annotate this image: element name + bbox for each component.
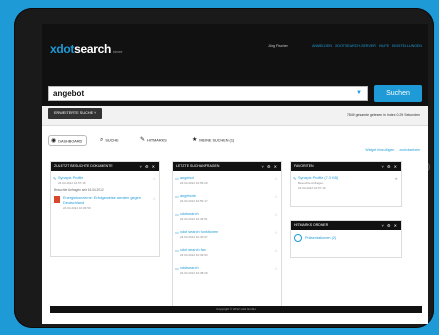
search-button[interactable]: Suchen (374, 85, 422, 102)
star-icon[interactable]: ☆ (152, 176, 156, 181)
folder-icon: ▭ (175, 230, 179, 235)
star-icon[interactable]: ☆ (274, 230, 278, 235)
folder-icon: ▭ (175, 248, 179, 253)
folder-item[interactable]: Präsentationen (2) (291, 230, 401, 242)
star-icon[interactable]: ☆ (152, 196, 156, 201)
search-bar: ▼ Suchen (42, 78, 428, 106)
widget-header: Favoriten ˅ ⚙ ✕ (291, 162, 401, 171)
add-widget-link[interactable]: Widget hinzufügen (365, 148, 394, 152)
widget-controls[interactable]: ˅ ⚙ ✕ (382, 221, 399, 230)
top-link-settings[interactable]: Einstellungen (392, 44, 422, 48)
footer: Copyright © 2012 xdot GmbH (50, 306, 422, 313)
search-input[interactable] (48, 86, 368, 101)
top-links: Anmelden Xdotsearch-Server Hilfe Einstel… (312, 44, 422, 48)
folder-icon: ▭ (175, 266, 179, 271)
folder-icon: ▭ (175, 194, 179, 199)
tab-hitmarks[interactable]: ✎ Hitmarks (138, 135, 171, 146)
reset-link[interactable]: zurücksetzen (399, 148, 420, 152)
widget-hitmarks-folder: Hitmarks Ordner ˅ ⚙ ✕ Präsentationen (2) (290, 220, 402, 258)
list-item[interactable]: ✎ Synapix Profile (7.3 KB) Besuchte Anfr… (291, 176, 401, 190)
user-name[interactable]: Jörg Fischer (268, 44, 288, 48)
widget-controls[interactable]: ˅ ⚙ ✕ (262, 162, 279, 171)
star-icon[interactable]: ☆ (274, 248, 278, 253)
tab-dashboard[interactable]: ◉ Dashboard (48, 135, 88, 146)
search-icon: ⌕ (100, 137, 104, 143)
list-item[interactable]: ▭ xdot search funktionen 24.04.2012 10:4… (173, 230, 281, 239)
tab-bar: ◉ Dashboard ⌕ Suche ✎ Hitmarks ★ Meine Suche… (42, 132, 428, 152)
star-icon: ★ (192, 137, 198, 143)
tab-suche[interactable]: ⌕ Suche (98, 135, 123, 146)
list-item[interactable]: ✎ Synapix Profile 24.04.2012 10:57:16 ☆ (51, 176, 159, 185)
widget-recent-docs: Zuletzt Besuchte Dokumente ˅ ⚙ ✕ ✎ Synap… (50, 161, 160, 257)
widget-recent-queries: Letzte Suchanfragen ˅ ⚙ ✕ ▭ angebot 24.0… (172, 161, 282, 309)
star-icon[interactable]: ☆ (274, 212, 278, 217)
result-info: 7849 gesamte gelesen in Index 0.29 Sekun… (346, 113, 420, 117)
tab-links: Widget hinzufügen zurücksetzen (361, 148, 420, 152)
tab-meine-suchen[interactable]: ★ Meine Suchen (1) (190, 135, 238, 146)
widget-header: Hitmarks Ordner ˅ ⚙ ✕ (291, 221, 401, 230)
list-item[interactable]: ▭ angebot 24.04.2012 10:56:20 ☆ (173, 176, 281, 185)
chevron-down-icon[interactable]: ▼ (356, 90, 362, 96)
filter-row: Erweiterte Suche ˅ 7849 gesamte gelesen … (42, 106, 428, 126)
chevron-down-icon: ˅ (94, 111, 97, 115)
widget-header: Zuletzt Besuchte Dokumente ˅ ⚙ ✕ (51, 162, 159, 171)
refresh-icon (294, 234, 302, 242)
list-item[interactable]: ▭ angebote 24.04.2012 10:56:17 ☆ (173, 194, 281, 203)
star-icon[interactable]: ☆ (274, 176, 278, 181)
document-item[interactable]: Energiekonzerne: Erfolgsmeise werden geg… (51, 192, 159, 210)
pin-icon: ✎ (293, 176, 297, 181)
top-link-login[interactable]: Anmelden (312, 44, 332, 48)
pin-icon: ✎ (140, 137, 146, 143)
screen: xdotsearch server Jörg Fischer Anmelden X… (42, 24, 428, 324)
list-item[interactable]: ▭ xdotsearch 24.04.2012 10:43:51 ☆ (173, 212, 281, 221)
top-bar: xdotsearch server Jörg Fischer Anmelden X… (42, 24, 428, 78)
pin-icon: ✎ (53, 176, 57, 181)
note-text: Besuchte Anfragen seit 16.04.2012 (54, 188, 104, 192)
star-icon[interactable]: ☆ (274, 194, 278, 199)
document-icon (54, 196, 60, 203)
widget-header: Letzte Suchanfragen ˅ ⚙ ✕ (173, 162, 281, 171)
top-link-help[interactable]: Hilfe (379, 44, 389, 48)
top-link-server[interactable]: Xdotsearch-Server (335, 44, 376, 48)
widget-controls[interactable]: ˅ ⚙ ✕ (140, 162, 157, 171)
list-item[interactable]: ▭ xdotsearch 24.04.2012 10:38:29 ☆ (173, 266, 281, 275)
list-item[interactable]: ▭ xdot search fax 24.04.2012 10:39:54 ☆ (173, 248, 281, 257)
widget-favorites: Favoriten ˅ ⚙ ✕ ✎ Synapix Profile (7.3 K… (290, 161, 402, 207)
widget-controls[interactable]: ˅ ⚙ ✕ (382, 162, 399, 171)
logo[interactable]: xdotsearch server (50, 42, 123, 56)
folder-icon: ▭ (175, 212, 179, 217)
star-icon[interactable]: ☆ (274, 266, 278, 271)
folder-icon: ▭ (175, 176, 179, 181)
extended-search-button[interactable]: Erweiterte Suche ˅ (48, 108, 103, 119)
star-icon[interactable]: ★ (394, 176, 398, 181)
dashboard-icon: ◉ (51, 138, 57, 144)
